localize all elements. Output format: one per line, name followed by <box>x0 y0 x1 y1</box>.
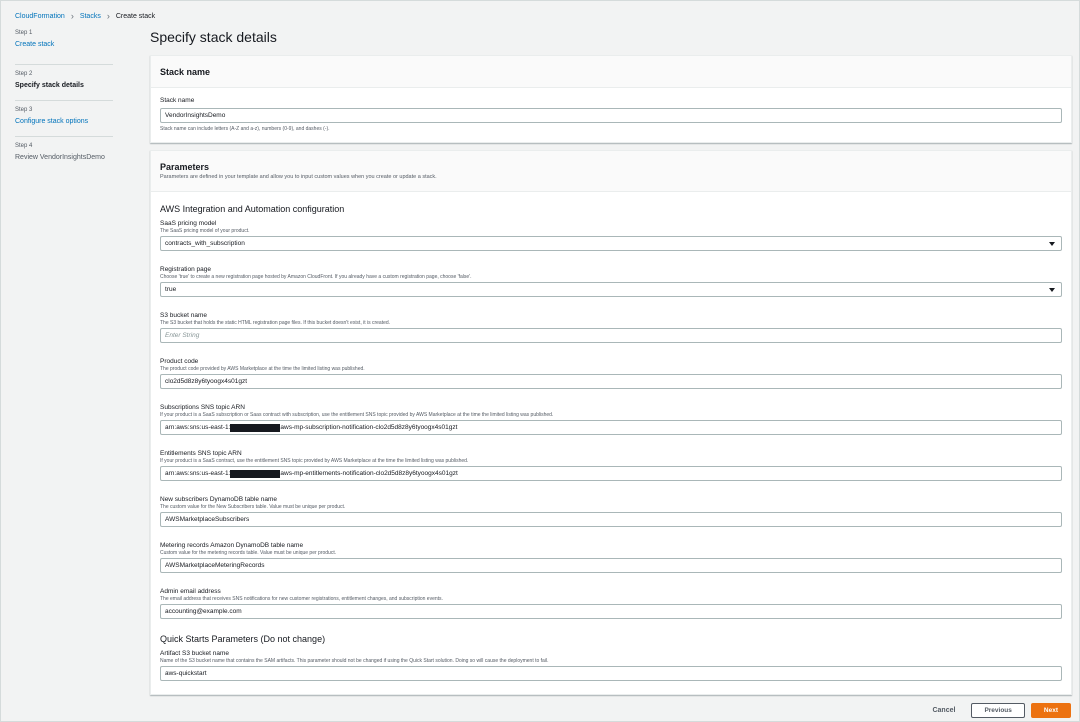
field-desc: The email address that receives SNS noti… <box>160 596 443 602</box>
chevron-right-icon: › <box>106 10 110 21</box>
artifact-bucket-field: Artifact S3 bucket name Name of the S3 b… <box>160 650 1062 681</box>
metering-table-input[interactable]: AWSMarketplaceMeteringRecords <box>160 558 1062 573</box>
section-title-quickstart: Quick Starts Parameters (Do not change) <box>160 634 326 644</box>
subscriptions-sns-input[interactable]: arn:aws:sns:us-east-1: aws-mp-subscriptio… <box>160 420 1062 435</box>
step-4: Step 4 Review VendorInsightsDemo <box>15 137 113 173</box>
step-review: Review VendorInsightsDemo <box>15 154 105 161</box>
field-desc: The product code provided by AWS Marketp… <box>160 366 365 372</box>
step-2: Step 2 Specify stack details <box>15 65 113 101</box>
arn-prefix: arn:aws:sns:us-east-1: <box>165 424 231 431</box>
step-link-configure-options[interactable]: Configure stack options <box>15 116 113 128</box>
arn-suffix: aws-mp-subscription-notification-clo2d5d… <box>280 424 458 431</box>
field-desc: The S3 bucket that holds the static HTML… <box>160 320 391 326</box>
section-title-integration: AWS Integration and Automation configura… <box>160 204 345 214</box>
product-code-input[interactable]: clo2d5d8z8y6tyoogx4s01gzt <box>160 374 1062 389</box>
panel-title: Stack name <box>160 67 211 77</box>
panel-title: Parameters <box>160 162 210 172</box>
panel-body: AWS Integration and Automation configura… <box>151 192 1071 681</box>
field-label: Stack name <box>160 97 195 104</box>
cancel-button[interactable]: Cancel <box>922 707 965 714</box>
s3-bucket-field: S3 bucket name The S3 bucket that holds … <box>160 312 1062 343</box>
step-number: Step 1 <box>15 30 33 36</box>
field-desc: If your product is a SaaS subscription o… <box>160 412 554 418</box>
field-desc: Custom value for the metering records ta… <box>160 550 337 556</box>
panel-header: Parameters Parameters are defined in you… <box>151 151 1071 192</box>
field-label: Subscriptions SNS topic ARN <box>160 404 245 411</box>
saas-pricing-field: SaaS pricing model The SaaS pricing mode… <box>160 220 1062 251</box>
step-current-specify-details: Specify stack details <box>15 82 84 89</box>
breadcrumb: CloudFormation › Stacks › Create stack <box>15 10 155 22</box>
step-number: Step 4 <box>15 143 33 149</box>
redacted-account-id <box>230 423 281 432</box>
footer-actions: Cancel Previous Next <box>922 703 1071 718</box>
field-label: Registration page <box>160 266 211 273</box>
parameters-panel: Parameters Parameters are defined in you… <box>150 150 1072 695</box>
admin-email-input[interactable]: accounting@example.com <box>160 604 1062 619</box>
step-1: Step 1 Create stack <box>15 29 113 65</box>
field-desc: If your product is a SaaS contract, use … <box>160 458 469 464</box>
entitlements-sns-input[interactable]: arn:aws:sns:us-east-1: aws-mp-entitlement… <box>160 466 1062 481</box>
chevron-right-icon: › <box>70 10 74 21</box>
field-label: S3 bucket name <box>160 312 207 319</box>
stack-name-panel: Stack name Stack name VendorInsightsDemo… <box>150 55 1072 143</box>
select-value: true <box>165 286 177 293</box>
panel-body: Stack name VendorInsightsDemo Stack name… <box>151 88 1071 133</box>
stack-name-field: Stack name VendorInsightsDemo Stack name… <box>160 97 1062 133</box>
field-desc: Name of the S3 bucket name that contains… <box>160 658 549 664</box>
arn-prefix: arn:aws:sns:us-east-1: <box>165 470 231 477</box>
step-number: Step 3 <box>15 107 33 113</box>
registration-page-select[interactable]: true <box>160 282 1062 297</box>
page-title: Specify stack details <box>150 29 277 45</box>
artifact-bucket-input[interactable]: aws-quickstart <box>160 666 1062 681</box>
arn-suffix: aws-mp-entitlements-notification-clo2d5d… <box>280 470 458 477</box>
breadcrumb-stacks[interactable]: Stacks <box>80 13 101 20</box>
s3-bucket-input[interactable]: Enter String <box>160 328 1062 343</box>
saas-pricing-select[interactable]: contracts_with_subscription <box>160 236 1062 251</box>
subscribers-table-field: New subscribers DynamoDB table name The … <box>160 496 1062 527</box>
metering-table-field: Metering records Amazon DynamoDB table n… <box>160 542 1062 573</box>
wizard-steps: Step 1 Create stack Step 2 Specify stack… <box>15 29 113 173</box>
subscriptions-sns-field: Subscriptions SNS topic ARN If your prod… <box>160 404 1062 435</box>
field-hint: Stack name can include letters (A-Z and … <box>160 126 330 132</box>
field-label: SaaS pricing model <box>160 220 217 227</box>
next-button[interactable]: Next <box>1030 703 1071 718</box>
previous-button[interactable]: Previous <box>971 703 1025 718</box>
entitlements-sns-field: Entitlements SNS topic ARN If your produ… <box>160 450 1062 481</box>
breadcrumb-current: Create stack <box>115 12 156 20</box>
product-code-field: Product code The product code provided b… <box>160 358 1062 389</box>
breadcrumb-cloudformation[interactable]: CloudFormation <box>15 13 65 20</box>
step-number: Step 2 <box>15 71 33 77</box>
subscribers-table-input[interactable]: AWSMarketplaceSubscribers <box>160 512 1062 527</box>
step-3: Step 3 Configure stack options <box>15 101 113 137</box>
field-label: Artifact S3 bucket name <box>160 650 230 657</box>
panel-description: Parameters are defined in your template … <box>160 174 437 180</box>
field-desc: The custom value for the New Subscribers… <box>160 504 346 510</box>
field-label: Product code <box>160 358 199 365</box>
caret-down-icon <box>1049 241 1055 246</box>
field-label: Metering records Amazon DynamoDB table n… <box>160 542 304 549</box>
stack-name-input[interactable]: VendorInsightsDemo <box>160 108 1062 123</box>
field-label: New subscribers DynamoDB table name <box>160 496 278 503</box>
panel-header: Stack name <box>151 56 1071 88</box>
field-label: Admin email address <box>160 588 221 595</box>
registration-page-field: Registration page Choose 'true' to creat… <box>160 266 1062 297</box>
redacted-account-id <box>230 469 281 478</box>
field-desc: Choose 'true' to create a new registrati… <box>160 274 472 280</box>
field-desc: The SaaS pricing model of your product. <box>160 228 250 234</box>
step-link-create-stack[interactable]: Create stack <box>15 39 113 51</box>
admin-email-field: Admin email address The email address th… <box>160 588 1062 619</box>
select-value: contracts_with_subscription <box>165 240 245 247</box>
field-label: Entitlements SNS topic ARN <box>160 450 242 457</box>
caret-down-icon <box>1049 287 1055 292</box>
